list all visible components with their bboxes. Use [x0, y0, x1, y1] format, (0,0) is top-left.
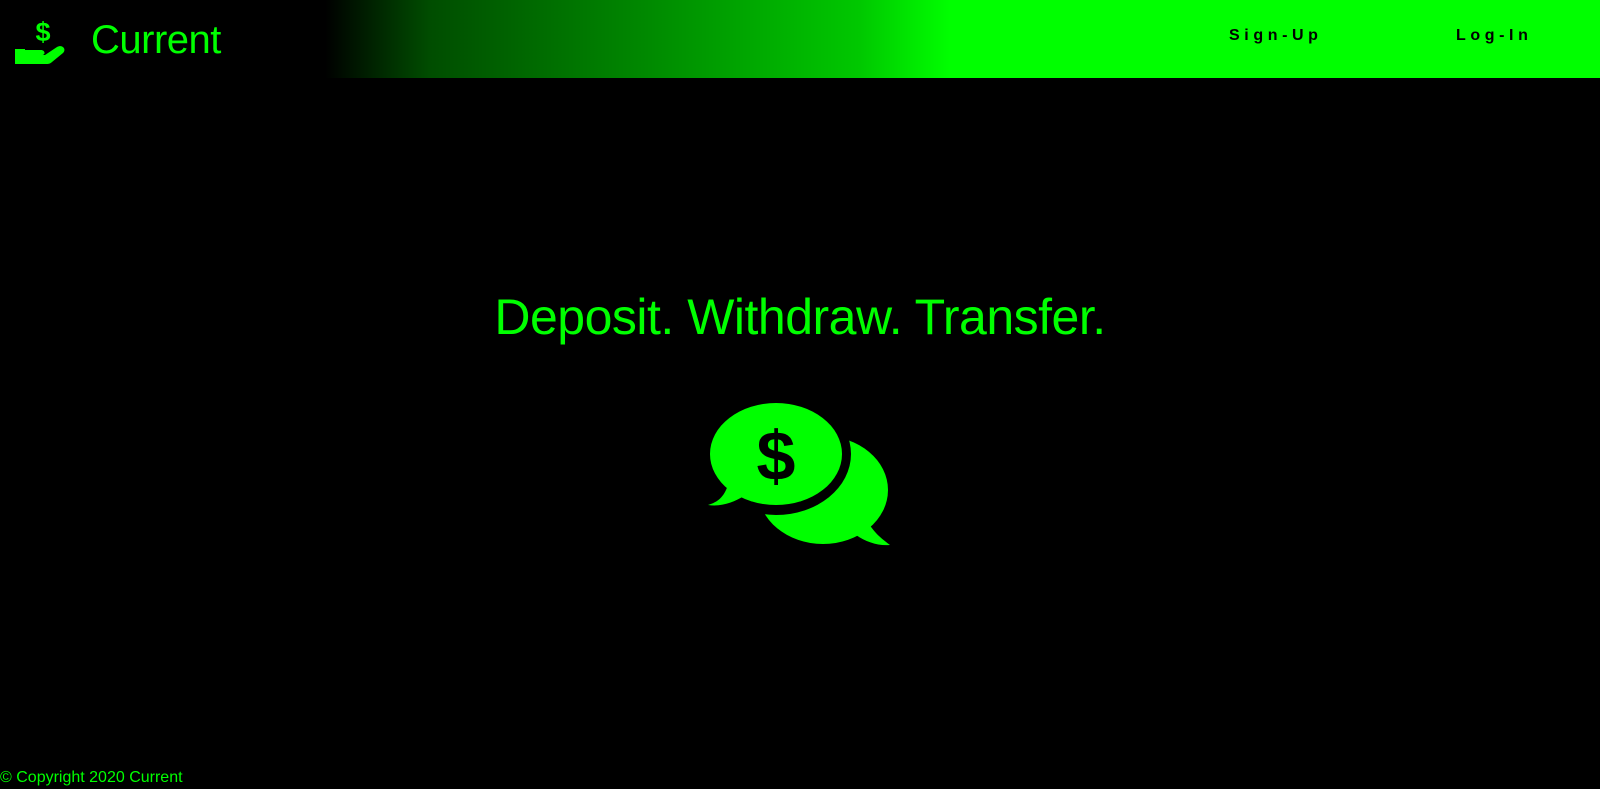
header-bar: $ Current Sign-Up Log-In [0, 0, 1600, 78]
comments-dollar-icon: $ [708, 401, 892, 547]
login-link[interactable]: Log-In [1456, 26, 1532, 46]
svg-text:$: $ [757, 417, 796, 495]
brand-name: Current [91, 18, 221, 62]
brand-logo-link[interactable]: $ Current [15, 14, 221, 66]
hand-holding-dollar-icon: $ [15, 14, 71, 66]
footer-copyright: © Copyright 2020 Current [0, 769, 183, 786]
signup-link[interactable]: Sign-Up [1229, 26, 1323, 46]
hero-title: Deposit. Withdraw. Transfer. [494, 289, 1106, 345]
svg-text:$: $ [35, 17, 50, 47]
